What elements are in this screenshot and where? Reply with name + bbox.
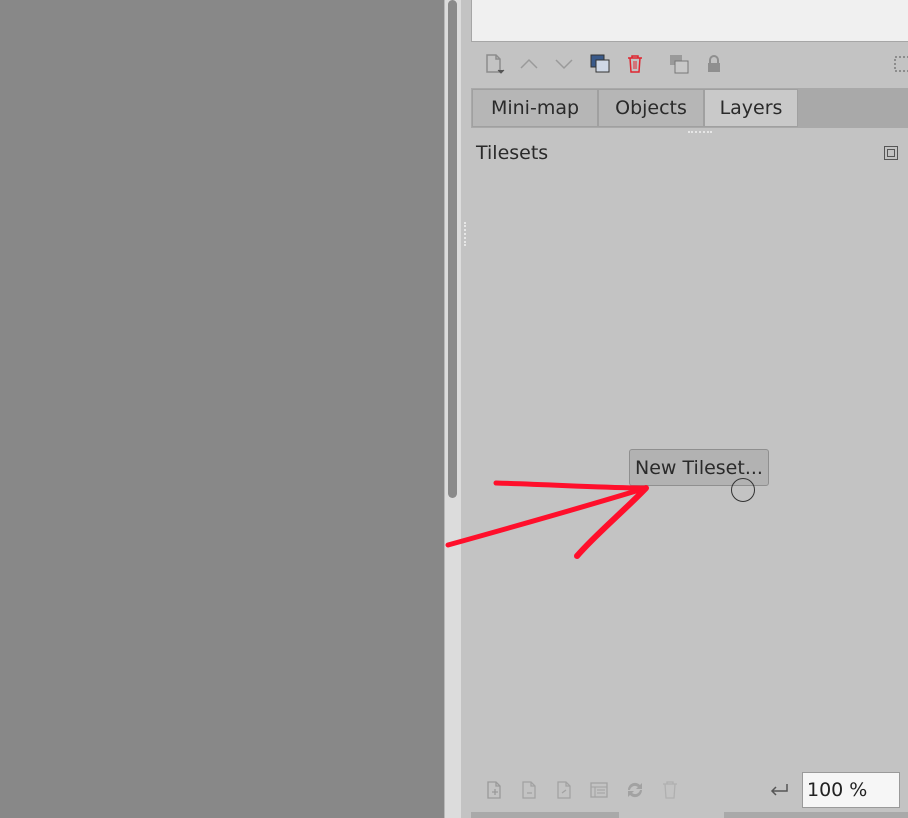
right-dock: Mini-map Objects Layers Tilesets New Til…	[461, 0, 908, 818]
bottom-tab-strip	[724, 812, 908, 818]
tab-objects[interactable]: Objects	[598, 89, 704, 127]
float-icon	[887, 149, 895, 157]
remove-tileset-icon[interactable]	[658, 778, 682, 802]
dock-tab-bar: Mini-map Objects Layers	[471, 88, 908, 128]
raise-layer-icon[interactable]	[517, 52, 541, 76]
select-icon[interactable]	[891, 52, 908, 76]
replace-tileset-icon[interactable]	[623, 778, 647, 802]
float-panel-button[interactable]	[884, 146, 898, 160]
lower-layer-icon[interactable]	[552, 52, 576, 76]
tab-splitter[interactable]	[688, 131, 712, 136]
undo-icon[interactable]	[767, 778, 791, 802]
tab-layers[interactable]: Layers	[704, 89, 798, 127]
tilesets-panel-title: Tilesets	[476, 142, 549, 164]
tab-mini-map[interactable]: Mini-map	[472, 89, 598, 127]
bottom-tab-strip	[471, 812, 619, 818]
map-canvas[interactable]	[0, 0, 444, 818]
edit-tileset-icon[interactable]	[587, 778, 611, 802]
layers-list[interactable]	[471, 0, 908, 42]
mouse-cursor	[731, 478, 755, 502]
new-tileset-icon[interactable]	[482, 778, 506, 802]
delete-layer-icon[interactable]	[623, 52, 647, 76]
duplicate-layer-icon[interactable]	[588, 52, 612, 76]
new-layer-icon[interactable]	[482, 52, 506, 76]
vertical-scrollbar[interactable]	[444, 0, 461, 818]
export-tileset-icon[interactable]	[552, 778, 576, 802]
lock-icon[interactable]	[702, 52, 726, 76]
scrollbar-handle[interactable]	[448, 0, 457, 498]
dock-splitter[interactable]	[464, 222, 468, 246]
merge-layer-icon[interactable]	[667, 52, 691, 76]
embed-tileset-icon[interactable]	[517, 778, 541, 802]
zoom-combobox[interactable]: 100 %	[802, 772, 900, 808]
